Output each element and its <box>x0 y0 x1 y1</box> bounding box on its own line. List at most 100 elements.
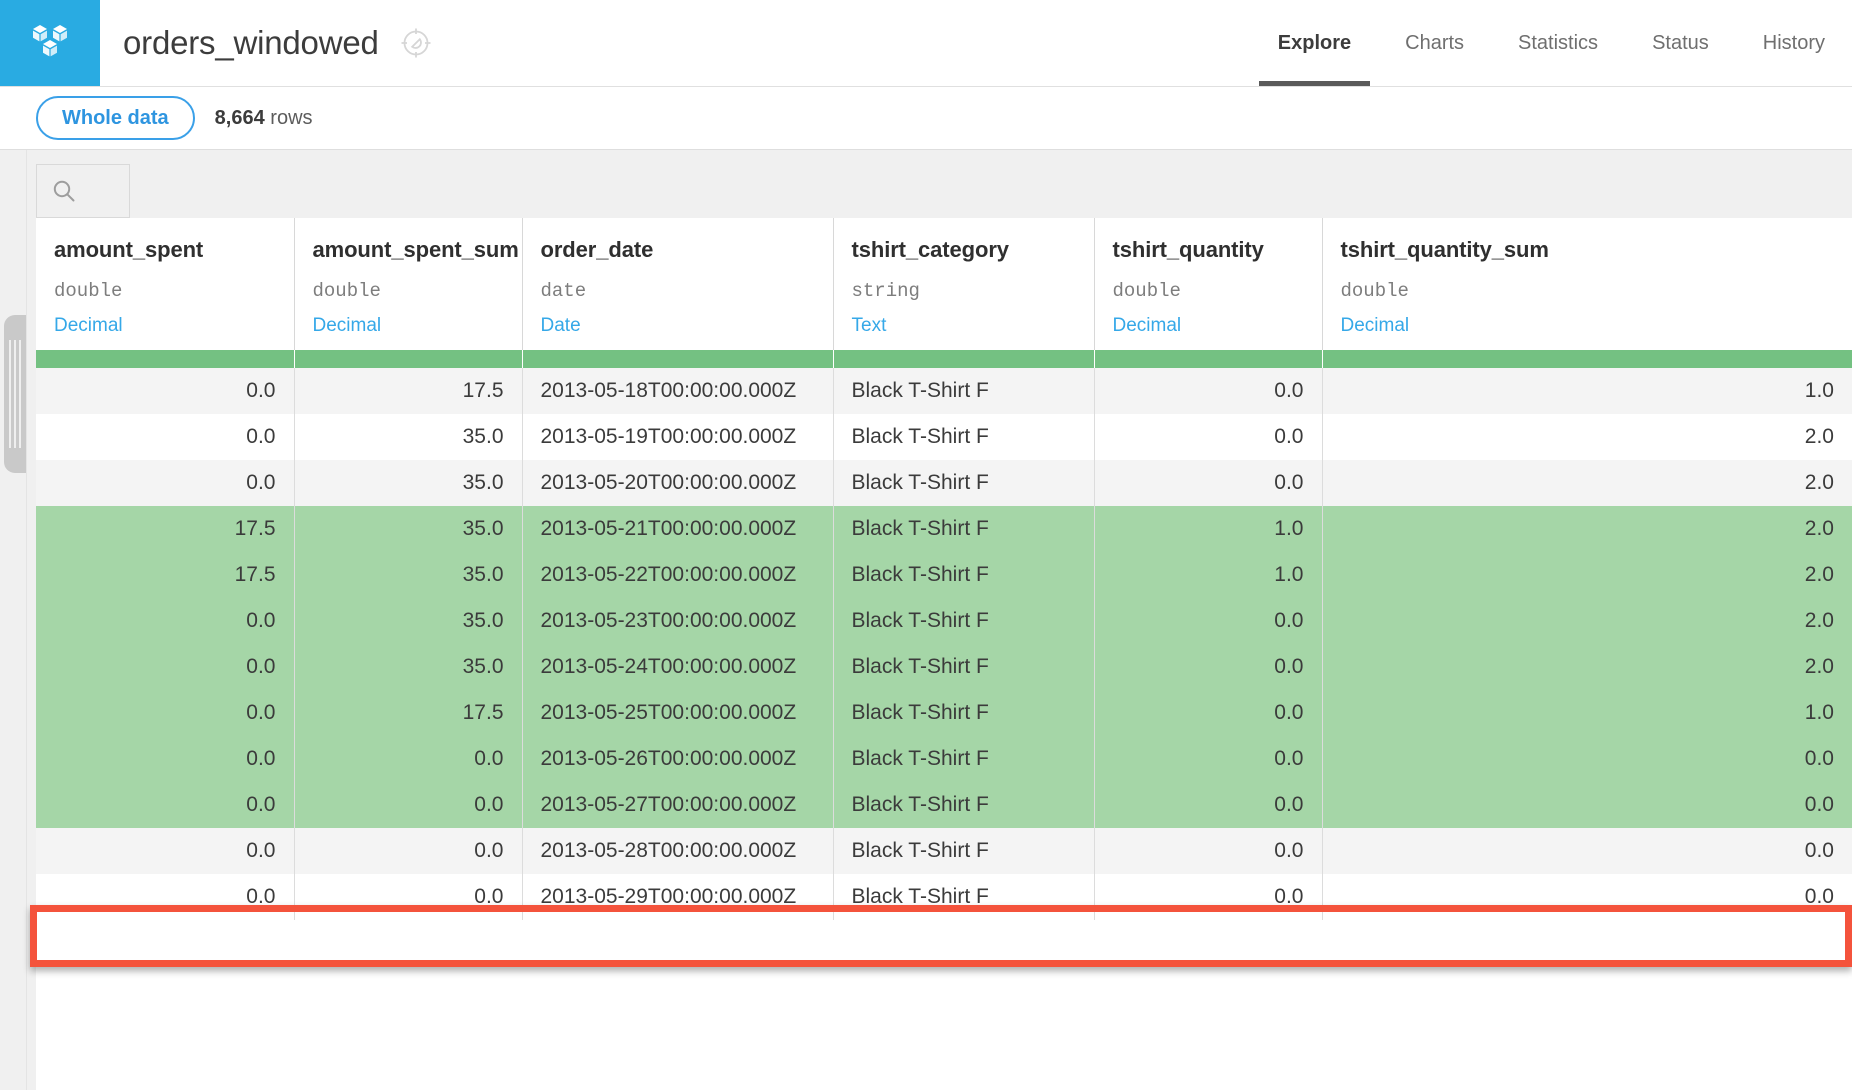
column-kind-link[interactable]: Date <box>541 315 581 337</box>
cell-tshirt_quantity: 0.0 <box>1094 828 1322 874</box>
table-row[interactable]: 0.00.02013-05-29T00:00:00.000ZBlack T-Sh… <box>36 874 1852 920</box>
cell-amount_spent_sum: 17.5 <box>294 690 522 736</box>
left-panel-splitter[interactable] <box>0 150 27 1090</box>
cell-amount_spent: 0.0 <box>36 690 294 736</box>
cell-tshirt_quantity: 0.0 <box>1094 782 1322 828</box>
cell-tshirt_category: Black T-Shirt F <box>833 782 1094 828</box>
cell-order_date: 2013-05-23T00:00:00.000Z <box>522 598 833 644</box>
grip-line <box>14 340 16 448</box>
cell-tshirt_category: Black T-Shirt F <box>833 552 1094 598</box>
tab-charts-label: Charts <box>1405 32 1464 55</box>
main-tabs: Explore Charts Statistics Status History <box>1251 0 1852 86</box>
column-header-amount_spent_sum[interactable]: amount_spent_sum double Decimal <box>294 218 522 350</box>
cell-tshirt_category: Black T-Shirt F <box>833 414 1094 460</box>
cell-tshirt_category: Black T-Shirt F <box>833 506 1094 552</box>
cell-amount_spent_sum: 35.0 <box>294 598 522 644</box>
table-row[interactable]: 0.017.52013-05-18T00:00:00.000ZBlack T-S… <box>36 368 1852 414</box>
column-header-tshirt_category[interactable]: tshirt_category string Text <box>833 218 1094 350</box>
whole-data-button[interactable]: Whole data <box>36 96 195 140</box>
table-row[interactable]: 17.535.02013-05-21T00:00:00.000ZBlack T-… <box>36 506 1852 552</box>
quality-bar <box>36 350 294 368</box>
cell-tshirt_quantity_sum: 0.0 <box>1322 828 1852 874</box>
explore-body: amount_spent double Decimal amount_spent… <box>0 150 1852 1090</box>
page-title: orders_windowed <box>123 24 379 62</box>
table-row[interactable]: 0.00.02013-05-27T00:00:00.000ZBlack T-Sh… <box>36 782 1852 828</box>
column-type: double <box>1113 280 1304 302</box>
cell-amount_spent: 0.0 <box>36 828 294 874</box>
search-icon <box>51 178 77 204</box>
cell-tshirt_quantity_sum: 2.0 <box>1322 506 1852 552</box>
cell-tshirt_quantity: 0.0 <box>1094 874 1322 920</box>
cell-tshirt_category: Black T-Shirt F <box>833 690 1094 736</box>
column-name: amount_spent_sum <box>313 237 504 263</box>
cell-amount_spent: 0.0 <box>36 598 294 644</box>
column-type: double <box>1341 280 1835 302</box>
column-header-tshirt_quantity_sum[interactable]: tshirt_quantity_sum double Decimal <box>1322 218 1852 350</box>
cell-tshirt_quantity: 0.0 <box>1094 598 1322 644</box>
column-kind-link[interactable]: Decimal <box>1341 315 1410 337</box>
table-search-strip <box>27 150 1852 218</box>
tab-statistics[interactable]: Statistics <box>1491 0 1625 86</box>
cell-amount_spent: 0.0 <box>36 874 294 920</box>
column-header-tshirt_quantity[interactable]: tshirt_quantity double Decimal <box>1094 218 1322 350</box>
column-kind-link[interactable]: Decimal <box>1113 315 1182 337</box>
table-row[interactable]: 17.535.02013-05-22T00:00:00.000ZBlack T-… <box>36 552 1852 598</box>
table-row[interactable]: 0.035.02013-05-19T00:00:00.000ZBlack T-S… <box>36 414 1852 460</box>
search-input[interactable] <box>36 164 130 218</box>
cell-order_date: 2013-05-21T00:00:00.000Z <box>522 506 833 552</box>
column-header-order_date[interactable]: order_date date Date <box>522 218 833 350</box>
column-name: tshirt_quantity <box>1113 237 1304 263</box>
tab-charts[interactable]: Charts <box>1378 0 1491 86</box>
cell-tshirt_category: Black T-Shirt F <box>833 828 1094 874</box>
table-header: amount_spent double Decimal amount_spent… <box>36 218 1852 368</box>
tab-status[interactable]: Status <box>1625 0 1736 86</box>
quality-bar <box>522 350 833 368</box>
cubes-logo-icon[interactable] <box>0 0 100 86</box>
cell-tshirt_quantity: 0.0 <box>1094 368 1322 414</box>
cell-amount_spent_sum: 35.0 <box>294 414 522 460</box>
quality-bar <box>1094 350 1322 368</box>
cell-order_date: 2013-05-20T00:00:00.000Z <box>522 460 833 506</box>
cell-amount_spent_sum: 0.0 <box>294 828 522 874</box>
data-grid[interactable]: amount_spent double Decimal amount_spent… <box>36 218 1852 1090</box>
column-kind-link[interactable]: Decimal <box>54 315 123 337</box>
table-row[interactable]: 0.00.02013-05-26T00:00:00.000ZBlack T-Sh… <box>36 736 1852 782</box>
column-kind-link[interactable]: Decimal <box>313 315 382 337</box>
table-row[interactable]: 0.035.02013-05-24T00:00:00.000ZBlack T-S… <box>36 644 1852 690</box>
table-row[interactable]: 0.017.52013-05-25T00:00:00.000ZBlack T-S… <box>36 690 1852 736</box>
tab-status-label: Status <box>1652 32 1709 55</box>
cell-tshirt_quantity_sum: 2.0 <box>1322 552 1852 598</box>
cell-tshirt_quantity_sum: 1.0 <box>1322 368 1852 414</box>
cell-amount_spent_sum: 0.0 <box>294 874 522 920</box>
table-row[interactable]: 0.035.02013-05-20T00:00:00.000ZBlack T-S… <box>36 460 1852 506</box>
cell-tshirt_quantity: 0.0 <box>1094 690 1322 736</box>
table-row[interactable]: 0.035.02013-05-23T00:00:00.000ZBlack T-S… <box>36 598 1852 644</box>
cell-amount_spent: 0.0 <box>36 782 294 828</box>
grip-line <box>9 340 11 448</box>
table-row[interactable]: 0.00.02013-05-28T00:00:00.000ZBlack T-Sh… <box>36 828 1852 874</box>
column-header-amount_spent[interactable]: amount_spent double Decimal <box>36 218 294 350</box>
tab-history[interactable]: History <box>1736 0 1852 86</box>
quality-bar <box>294 350 522 368</box>
compass-icon[interactable] <box>399 26 433 60</box>
column-kind-link[interactable]: Text <box>852 315 887 337</box>
cell-tshirt_quantity_sum: 0.0 <box>1322 874 1852 920</box>
cell-order_date: 2013-05-27T00:00:00.000Z <box>522 782 833 828</box>
tab-statistics-label: Statistics <box>1518 32 1598 55</box>
column-name: order_date <box>541 237 815 263</box>
cell-tshirt_quantity_sum: 1.0 <box>1322 690 1852 736</box>
quality-bar <box>1322 350 1852 368</box>
cell-tshirt_category: Black T-Shirt F <box>833 874 1094 920</box>
tab-explore[interactable]: Explore <box>1251 0 1378 86</box>
dataset-toolbar: Whole data 8,664 rows <box>0 87 1852 150</box>
cell-tshirt_quantity_sum: 0.0 <box>1322 782 1852 828</box>
cell-order_date: 2013-05-28T00:00:00.000Z <box>522 828 833 874</box>
cell-order_date: 2013-05-24T00:00:00.000Z <box>522 644 833 690</box>
cell-amount_spent: 0.0 <box>36 736 294 782</box>
tab-history-label: History <box>1763 32 1825 55</box>
dataset-title-wrap: orders_windowed <box>100 0 433 86</box>
cell-tshirt_quantity_sum: 2.0 <box>1322 414 1852 460</box>
cell-amount_spent: 0.0 <box>36 644 294 690</box>
table-body: 0.017.52013-05-18T00:00:00.000ZBlack T-S… <box>36 368 1852 920</box>
splitter-grip-handle[interactable] <box>4 315 26 473</box>
